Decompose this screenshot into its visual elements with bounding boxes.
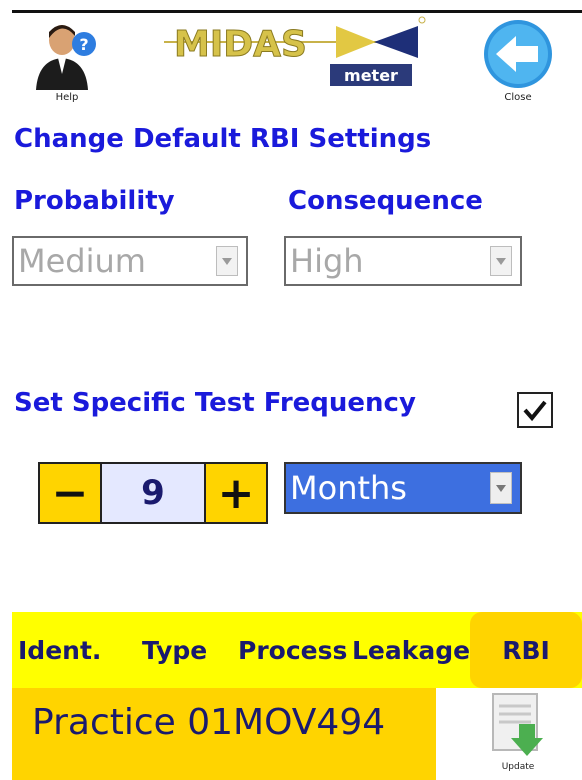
probability-select[interactable]: Medium: [12, 236, 248, 286]
column-ident[interactable]: Ident.: [18, 636, 101, 665]
chevron-down-icon: [490, 472, 512, 504]
help-label: Help: [55, 92, 79, 103]
update-button[interactable]: Update: [478, 690, 558, 772]
checkmark-icon: [523, 400, 547, 422]
probability-value: Medium: [18, 242, 146, 280]
test-frequency-checkbox[interactable]: [517, 392, 553, 428]
table-header: Ident. Type Process Leakage RBI: [12, 612, 582, 688]
update-download-icon: [492, 693, 543, 756]
frequency-value: 9: [100, 464, 206, 522]
top-divider: [12, 10, 582, 13]
chevron-down-icon: [490, 246, 512, 276]
column-rbi[interactable]: RBI: [470, 612, 582, 688]
close-label: Close: [504, 92, 532, 103]
back-arrow-icon: [484, 20, 552, 88]
frequency-unit-value: Months: [290, 469, 407, 507]
svg-text:?: ?: [79, 35, 88, 54]
svg-text:MIDAS: MIDAS: [174, 24, 307, 65]
column-type[interactable]: Type: [142, 636, 207, 665]
consequence-select[interactable]: High: [284, 236, 522, 286]
close-button[interactable]: Close: [478, 18, 558, 103]
test-frequency-label: Set Specific Test Frequency: [14, 388, 416, 418]
increment-button[interactable]: +: [206, 464, 266, 522]
row-ident-text: Practice 01MOV494: [32, 702, 386, 743]
update-label: Update: [501, 762, 535, 772]
decrement-button[interactable]: −: [40, 464, 100, 522]
consequence-label: Consequence: [288, 186, 483, 216]
svg-text:meter: meter: [344, 66, 398, 85]
column-leakage[interactable]: Leakage: [352, 636, 470, 665]
help-button[interactable]: ? Help: [22, 18, 112, 103]
probability-label: Probability: [14, 186, 175, 216]
help-person-icon: ?: [36, 25, 96, 90]
frequency-stepper[interactable]: − 9 +: [38, 462, 268, 524]
rbi-settings-title: Change Default RBI Settings: [14, 124, 432, 154]
column-process[interactable]: Process: [238, 636, 347, 665]
frequency-unit-select[interactable]: Months: [284, 462, 522, 514]
midas-meter-logo: MIDAS meter: [160, 14, 430, 86]
chevron-down-icon: [216, 246, 238, 276]
table-row[interactable]: Practice 01MOV494: [12, 688, 436, 780]
consequence-value: High: [290, 242, 364, 280]
